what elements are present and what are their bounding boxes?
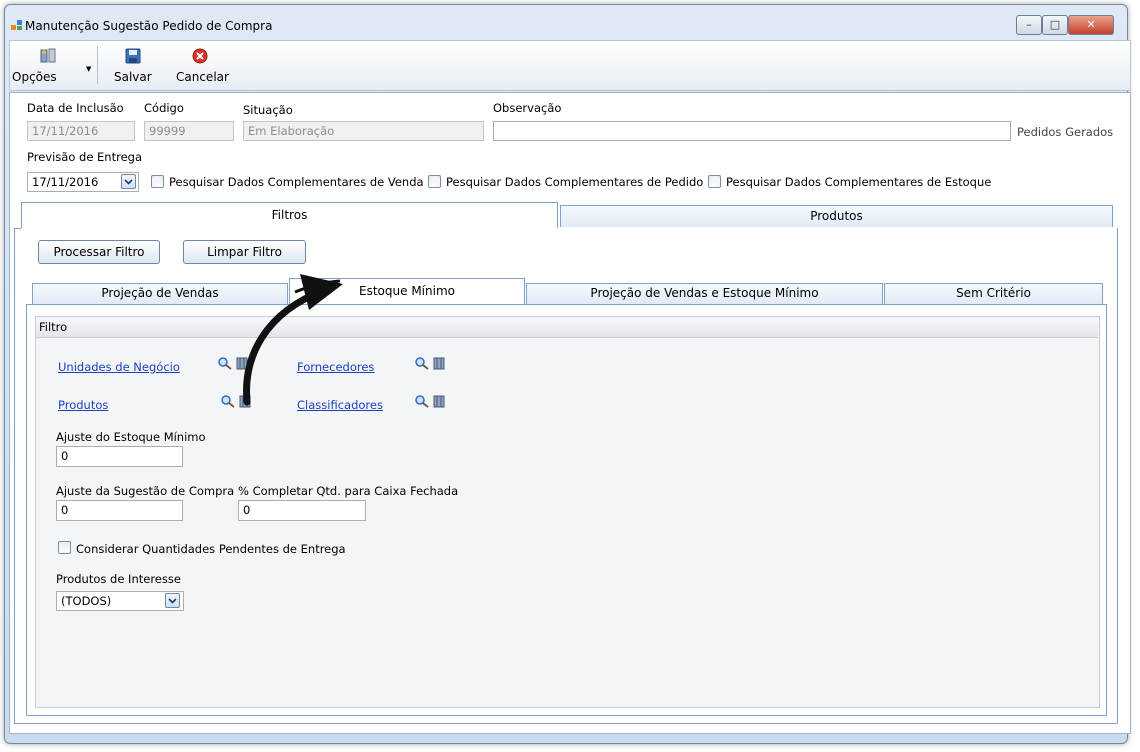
close-button[interactable]: ✕ [1068,15,1114,35]
situacao-field: Em Elaboração [243,121,484,141]
produtos-interesse-dropdown-button[interactable] [165,593,180,608]
tab-filtros[interactable]: Filtros [21,202,558,229]
data-inclusao-field: 17/11/2016 [27,121,135,141]
classificadores-search-icon[interactable] [414,394,430,408]
produtos-interesse-value: (TODOS) [61,594,112,608]
fornecedores-clear-icon[interactable] [432,356,446,370]
tab-produtos-label: Produtos [810,209,863,223]
minimize-button[interactable]: – [1016,15,1042,35]
maximize-button[interactable]: □ [1042,15,1068,35]
classificadores-clear-icon[interactable] [432,394,446,408]
options-label: Opções [12,70,57,84]
chk-pedido-label: Pesquisar Dados Complementares de Pedido [446,175,704,189]
tab-sem-criterio-label: Sem Critério [956,286,1031,300]
toolbar-separator [97,46,98,84]
chk-pedido-checkbox[interactable] [428,175,441,188]
chk-venda-label: Pesquisar Dados Complementares de Venda [169,175,424,189]
processar-filtro-button[interactable]: Processar Filtro [38,240,160,264]
tab-produtos[interactable]: Produtos [560,205,1113,227]
save-label: Salvar [114,70,152,84]
cancel-button[interactable]: Cancelar [170,44,232,88]
tab-projecao-estoque-label: Projeção de Vendas e Estoque Mínimo [590,286,819,300]
ajuste-sugestao-label: Ajuste da Sugestão de Compra [56,484,235,498]
floppy-disk-icon [125,48,141,64]
ajuste-sugestao-input[interactable]: 0 [56,500,183,521]
filtros-panel-top-border [14,228,21,229]
app-icon [11,20,23,31]
codigo-field: 99999 [144,121,234,141]
pedidos-gerados-label: Pedidos Gerados [1017,125,1114,139]
observacao-label: Observação [493,101,562,115]
tab-estoque-label: Estoque Mínimo [359,284,455,298]
fornecedores-search-icon[interactable] [414,356,430,370]
dropdown-arrow-icon: ▼ [86,65,92,73]
tools-icon [40,48,58,64]
chk-estoque-checkbox[interactable] [708,175,721,188]
chk-venda-checkbox[interactable] [151,175,164,188]
limpar-filtro-button[interactable]: Limpar Filtro [183,240,306,264]
data-inclusao-label: Data de Inclusão [27,101,124,115]
codigo-label: Código [144,101,184,115]
produtos-interesse-label: Produtos de Interesse [56,572,181,586]
completar-caixa-input[interactable]: 0 [238,500,366,521]
filtro-group-header [36,317,1098,338]
observacao-field[interactable] [493,121,1011,141]
completar-caixa-label: % Completar Qtd. para Caixa Fechada [238,484,459,498]
considerar-pendentes-checkbox[interactable] [58,541,71,554]
considerar-pendentes-label: Considerar Quantidades Pendentes de Entr… [76,542,346,556]
ajuste-estoque-input[interactable]: 0 [56,446,183,467]
unidades-negocio-link[interactable]: Unidades de Negócio [58,360,180,374]
annotation-arrow-icon [243,274,343,406]
chevron-down-icon [124,179,133,185]
filtro-group-label: Filtro [39,320,68,334]
filtro-group-box [35,316,1100,708]
tab-filtros-label: Filtros [271,208,308,222]
options-button[interactable]: ▼ Opções [12,44,92,88]
previsao-entrega-value: 17/11/2016 [32,175,99,189]
previsao-entrega-label: Previsão de Entrega [27,150,143,164]
ajuste-estoque-label: Ajuste do Estoque Mínimo [56,430,206,444]
chk-estoque-label: Pesquisar Dados Complementares de Estoqu… [726,175,992,189]
cancel-label: Cancelar [176,70,229,84]
situacao-label: Situação [243,103,293,117]
chevron-down-icon [168,598,177,604]
produtos-link[interactable]: Produtos [58,398,108,412]
save-button[interactable]: Salvar [110,44,158,88]
window-title: Manutenção Sugestão Pedido de Compra [25,19,273,33]
tab-sem-criterio[interactable]: Sem Critério [884,283,1103,304]
cancel-x-icon [192,48,208,64]
tab-projecao-estoque[interactable]: Projeção de Vendas e Estoque Mínimo [526,283,883,304]
calendar-dropdown-button[interactable] [121,174,136,189]
tab-projecao-label: Projeção de Vendas [101,286,219,300]
